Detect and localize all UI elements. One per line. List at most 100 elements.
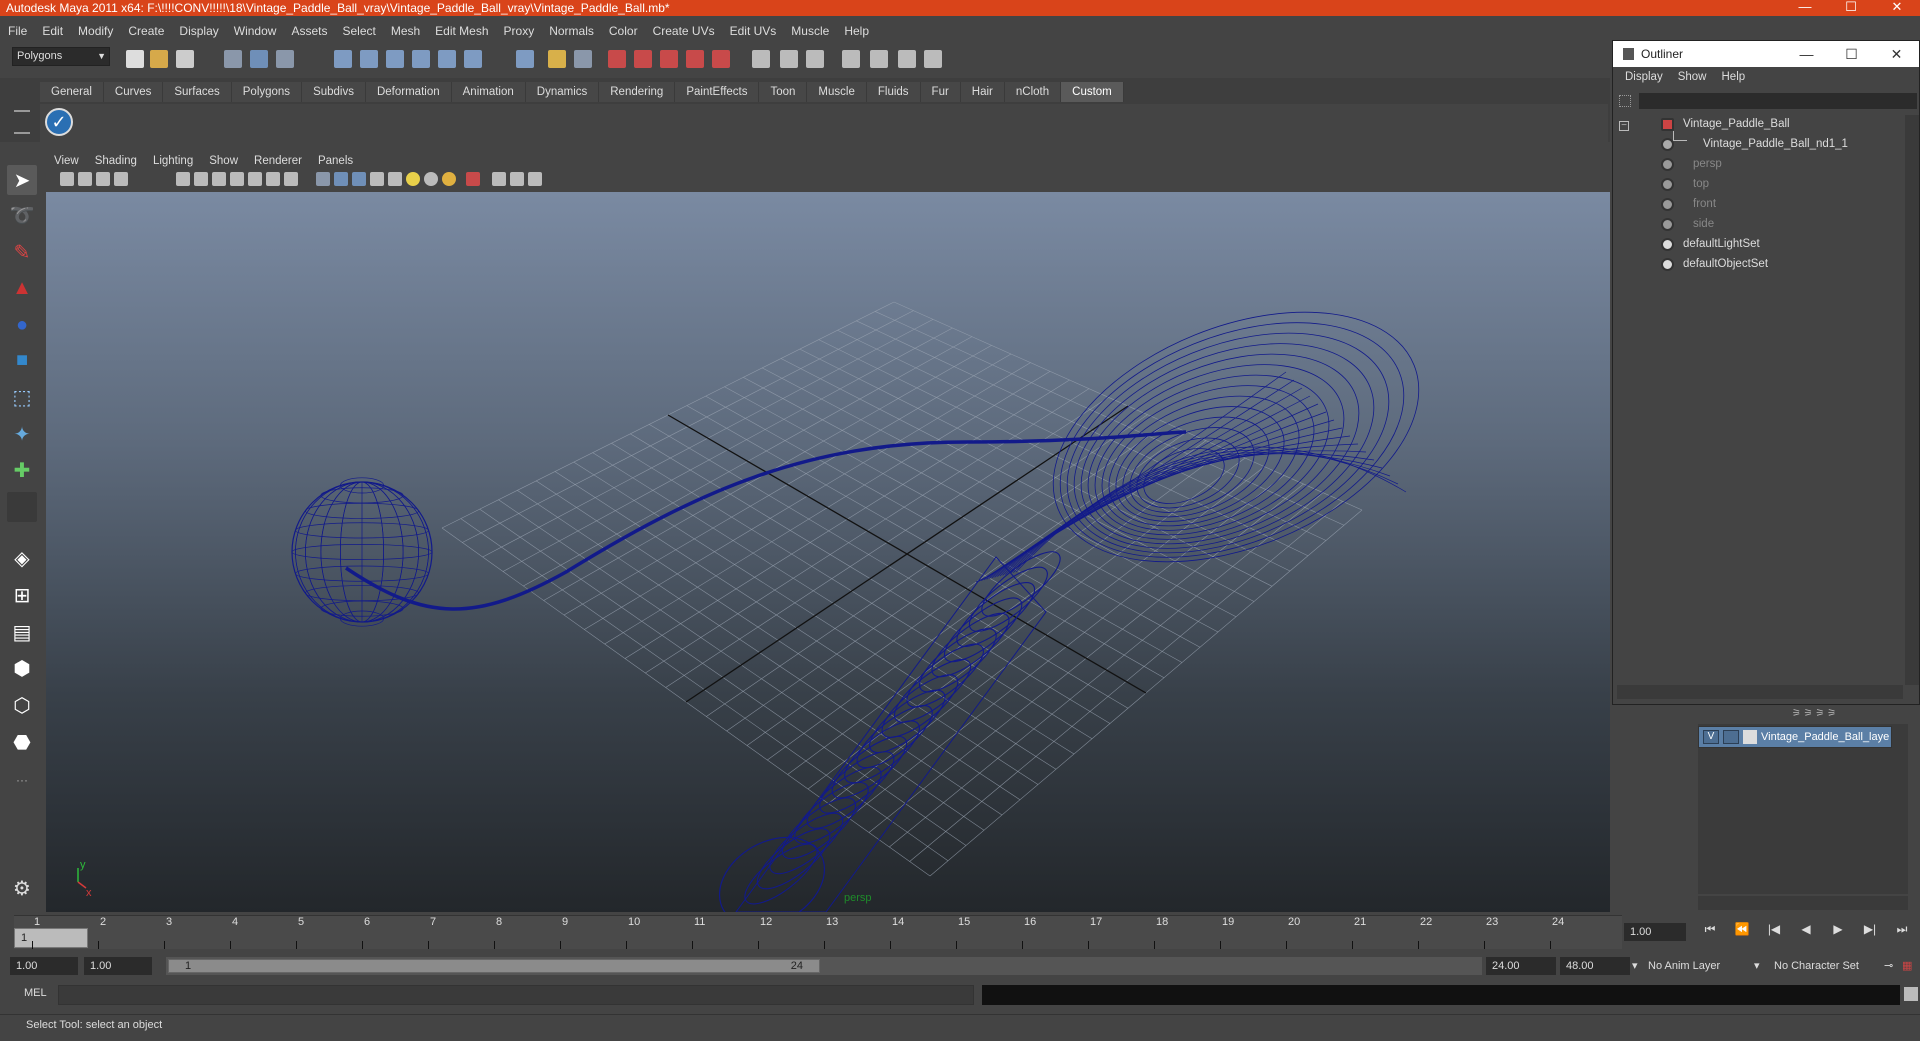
hardware-texturing-icon[interactable] (492, 172, 506, 186)
close-button[interactable]: ✕ (1874, 0, 1920, 16)
range-slider-handle[interactable]: 1 24 (168, 959, 820, 973)
script-editor-icon[interactable] (1904, 987, 1918, 1001)
move-tool-icon[interactable]: ▲ (7, 273, 37, 303)
help-icon[interactable] (516, 50, 534, 68)
outliner-menu-show[interactable]: Show (1678, 71, 1707, 83)
play-backwards-button[interactable]: ◀ (1794, 922, 1818, 942)
ambient-occlusion-icon[interactable] (510, 172, 524, 186)
menu-display[interactable]: Display (179, 24, 218, 38)
wireframe-on-shaded-icon[interactable] (352, 172, 366, 186)
shelf-tab-rendering[interactable]: Rendering (599, 82, 676, 102)
anim-layer-dropdown[interactable]: No Anim Layer (1648, 957, 1758, 975)
step-back-key-button[interactable]: ⏪ (1730, 922, 1754, 942)
menu-create[interactable]: Create (128, 24, 164, 38)
shelf-tab-muscle[interactable]: Muscle (807, 82, 867, 102)
menu-select[interactable]: Select (342, 24, 375, 38)
film-gate-icon[interactable] (194, 172, 208, 186)
scale-tool-icon[interactable]: ■ (7, 345, 37, 375)
menu-mesh[interactable]: Mesh (391, 24, 420, 38)
snap-plane-icon[interactable] (412, 50, 430, 68)
layout-options-icon[interactable]: ··· (7, 765, 37, 795)
layer-visibility-toggle[interactable]: V (1703, 730, 1719, 744)
current-frame-field[interactable]: 1.00 (1624, 923, 1686, 941)
menu-modify[interactable]: Modify (78, 24, 113, 38)
ipr-render-icon[interactable] (634, 50, 652, 68)
animation-preferences-icon[interactable]: ▦ (1902, 957, 1916, 975)
shelf-tab-fluids[interactable]: Fluids (866, 82, 921, 102)
shelf-tab-painteffects[interactable]: PaintEffects (675, 82, 760, 102)
current-frame-marker[interactable]: 1 (14, 928, 88, 948)
command-input[interactable] (58, 985, 974, 1005)
step-forward-frame-button[interactable]: ▶| (1858, 922, 1882, 942)
panel-menu-show[interactable]: Show (209, 155, 238, 167)
anim-layer-arrow-icon[interactable]: ▾ (1632, 957, 1644, 975)
character-set-dropdown[interactable]: No Character Set (1774, 957, 1884, 975)
playback-start-field[interactable]: 1.00 (84, 957, 152, 975)
play-forwards-button[interactable]: ▶ (1826, 922, 1850, 942)
quick-layout-icon[interactable]: ⚙ (7, 873, 37, 903)
shelf-tab-surfaces[interactable]: Surfaces (163, 82, 232, 102)
playback-end-field[interactable]: 24.00 (1486, 957, 1556, 975)
lasso-tool-icon[interactable]: ➰ (7, 200, 37, 230)
show-channel-box-layer-icon[interactable] (924, 50, 942, 68)
menu-create-uvs[interactable]: Create UVs (653, 24, 715, 38)
shelf-tab-curves[interactable]: Curves (103, 82, 164, 102)
outliner-menu-help[interactable]: Help (1722, 71, 1746, 83)
layer-type-toggle[interactable] (1723, 730, 1739, 744)
soft-modification-icon[interactable]: ✦ (7, 419, 37, 449)
panel-menu-shading[interactable]: Shading (95, 155, 137, 167)
outliner-vertical-scrollbar[interactable] (1905, 115, 1919, 685)
layout-four-icon[interactable]: ⊞ (7, 580, 37, 610)
menu-proxy[interactable]: Proxy (504, 24, 535, 38)
start-time-field[interactable]: 1.00 (10, 957, 78, 975)
outliner-minimize-button[interactable]: — (1784, 41, 1829, 67)
motion-blur-icon[interactable] (528, 172, 542, 186)
menu-normals[interactable]: Normals (549, 24, 594, 38)
render-frame-icon[interactable] (608, 50, 626, 68)
snap-curve-icon[interactable] (360, 50, 378, 68)
hypershade-icon[interactable] (712, 50, 730, 68)
safe-title-icon[interactable] (284, 172, 298, 186)
show-tool-settings-icon[interactable] (806, 50, 824, 68)
layer-color-swatch[interactable] (1743, 730, 1757, 744)
select-object-icon[interactable] (250, 50, 268, 68)
open-scene-icon[interactable] (150, 50, 168, 68)
image-plane-icon[interactable] (114, 172, 128, 186)
range-slider[interactable]: 1 24 (166, 957, 1482, 975)
gate-mask-icon[interactable] (230, 172, 244, 186)
shelf-tab-hair[interactable]: Hair (960, 82, 1005, 102)
isolate-select-icon[interactable] (466, 172, 480, 186)
bookmarks-icon[interactable] (96, 172, 110, 186)
shelf-tab-polygons[interactable]: Polygons (231, 82, 303, 102)
select-hierarchy-icon[interactable] (224, 50, 242, 68)
snap-surface-icon[interactable] (438, 50, 456, 68)
auto-key-icon[interactable]: ⊸ (1884, 957, 1898, 975)
lock-icon[interactable] (548, 50, 566, 68)
menu-set-dropdown[interactable]: Polygons ▼ (12, 47, 110, 66)
rotate-tool-icon[interactable]: ● (7, 310, 37, 340)
outliner-search-input[interactable] (1639, 93, 1917, 109)
panel-menu-panels[interactable]: Panels (318, 155, 353, 167)
snap-grid-icon[interactable] (334, 50, 352, 68)
display-layer-row[interactable]: V Vintage_Paddle_Ball_laye (1698, 726, 1892, 748)
layout-persp-graph-icon[interactable]: ⬢ (7, 653, 37, 683)
smooth-shade-icon[interactable] (334, 172, 348, 186)
maximize-button[interactable]: ☐ (1828, 0, 1874, 16)
time-slider[interactable]: 1 1 2 3 4 5 6 7 8 9 10 11 12 13 14 15 16 17 18 19 20 21 22 23 2… (14, 915, 1622, 949)
render-settings-icon[interactable] (660, 50, 678, 68)
snap-point-icon[interactable] (386, 50, 404, 68)
show-modeling-toolkit-icon[interactable] (898, 50, 916, 68)
viewport-scene[interactable]: yx (46, 192, 1610, 912)
resolution-gate-icon[interactable] (212, 172, 226, 186)
menu-help[interactable]: Help (844, 24, 869, 38)
menu-edit-mesh[interactable]: Edit Mesh (435, 24, 488, 38)
input-output-icon[interactable] (574, 50, 592, 68)
collapse-icon[interactable]: − (1619, 121, 1629, 131)
layout-persp-hypergraph-icon[interactable]: ⬣ (7, 727, 37, 757)
shelf-tab-custom[interactable]: Custom (1061, 82, 1124, 102)
default-light-icon[interactable] (406, 172, 420, 186)
xray-icon[interactable] (370, 172, 384, 186)
shelf-tab-subdivs[interactable]: Subdivs (302, 82, 366, 102)
panel-menu-lighting[interactable]: Lighting (153, 155, 193, 167)
show-manipulator-icon[interactable]: ✚ (7, 455, 37, 485)
